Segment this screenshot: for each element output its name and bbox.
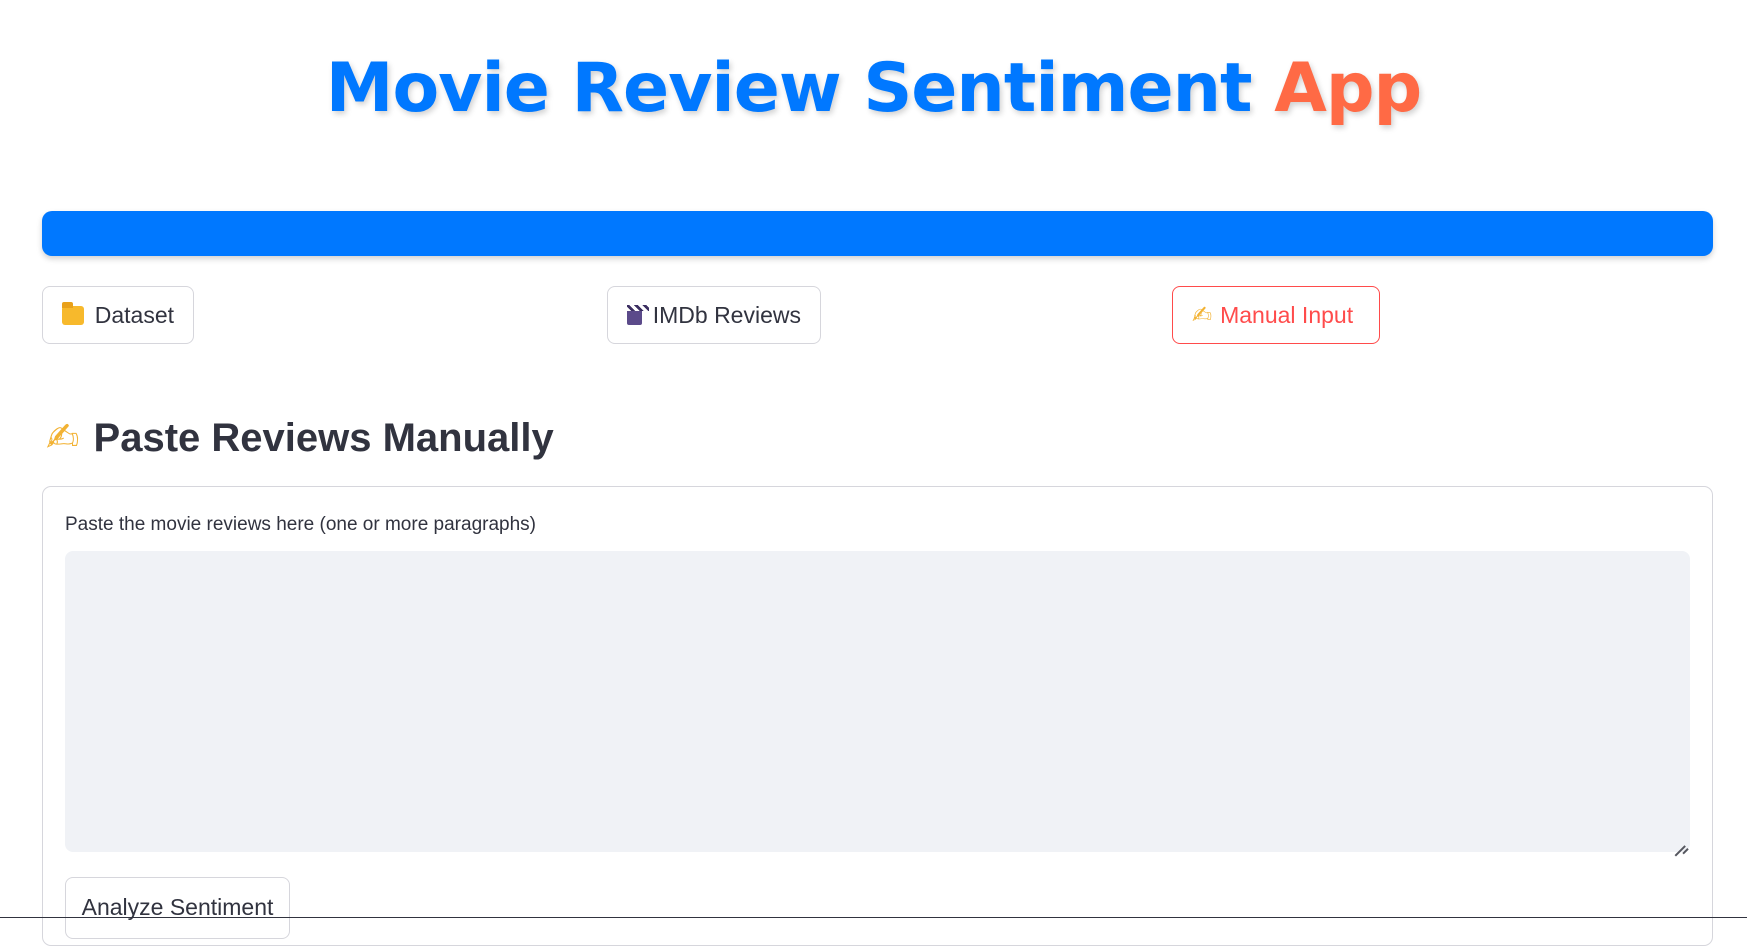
clapper-board-icon xyxy=(627,305,649,325)
tab-dataset[interactable]: Dataset xyxy=(42,286,194,344)
page-title-main: Movie Review Sentiment xyxy=(325,49,1253,128)
section-heading-text: Paste Reviews Manually xyxy=(93,415,554,460)
reviews-textarea[interactable] xyxy=(65,551,1690,852)
tab-dataset-label: Dataset xyxy=(94,301,174,328)
writing-hand-icon: ✍ xyxy=(46,416,80,460)
tab-manual-input[interactable]: ✍ Manual Input xyxy=(1172,286,1380,344)
tab-manual-input-label: Manual Input xyxy=(1220,301,1354,328)
page-title-accent: App xyxy=(1274,49,1422,128)
resize-handle-icon[interactable] xyxy=(1674,836,1686,848)
reviews-textarea-label: Paste the movie reviews here (one or mor… xyxy=(65,514,537,535)
tab-imdb-reviews[interactable]: IMDb Reviews xyxy=(607,286,821,344)
header-banner xyxy=(42,211,1713,256)
analyze-sentiment-button[interactable]: Analyze Sentiment xyxy=(65,877,290,939)
page-title: Movie Review Sentiment App xyxy=(0,46,1747,132)
section-heading: ✍ Paste Reviews Manually xyxy=(46,408,554,468)
folder-icon xyxy=(62,301,84,325)
tab-imdb-reviews-label: IMDb Reviews xyxy=(652,301,801,328)
writing-hand-icon: ✍ xyxy=(1192,301,1213,329)
